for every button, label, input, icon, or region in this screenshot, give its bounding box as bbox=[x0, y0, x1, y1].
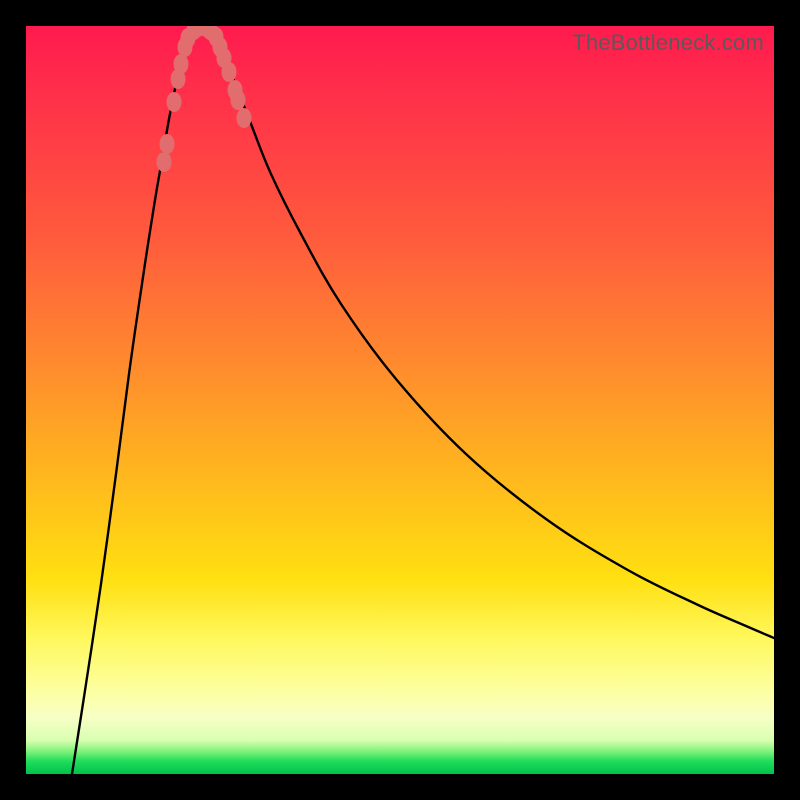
data-markers bbox=[157, 26, 252, 172]
data-marker bbox=[160, 134, 175, 154]
data-marker bbox=[237, 108, 252, 128]
data-marker bbox=[231, 90, 246, 110]
chart-frame: TheBottleneck.com bbox=[0, 0, 800, 800]
data-marker bbox=[222, 62, 237, 82]
data-marker bbox=[167, 92, 182, 112]
curve-right bbox=[211, 26, 774, 638]
chart-svg bbox=[26, 26, 774, 774]
data-marker bbox=[157, 152, 172, 172]
data-marker bbox=[174, 54, 189, 74]
chart-plot-area: TheBottleneck.com bbox=[26, 26, 774, 774]
curve-left bbox=[72, 26, 196, 774]
